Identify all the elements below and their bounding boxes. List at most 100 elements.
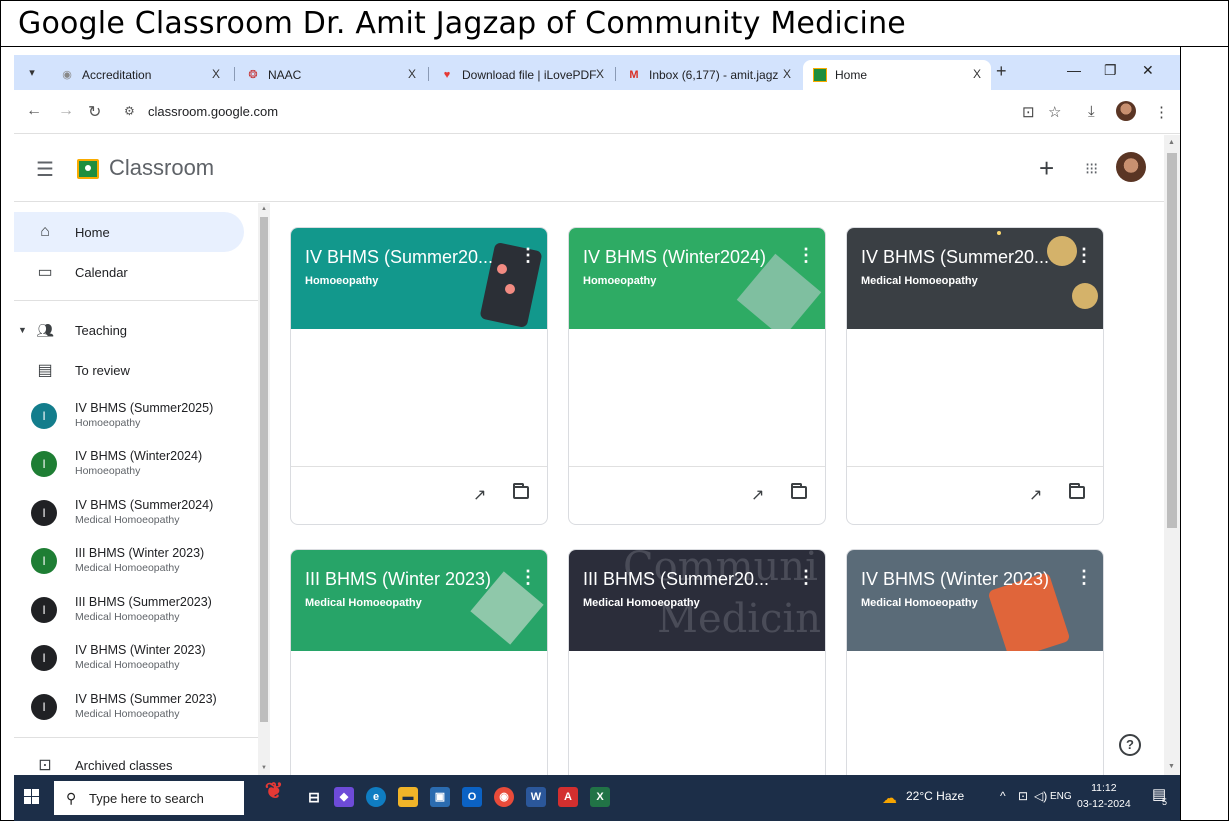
scroll-up-icon[interactable]: ▲ — [261, 206, 267, 212]
outlook-icon[interactable]: O — [462, 787, 482, 807]
file-explorer-icon[interactable]: ▬ — [398, 787, 418, 807]
download-icon[interactable]: ⤓ — [1088, 103, 1095, 120]
close-tab-icon[interactable]: X — [973, 67, 981, 81]
class-card[interactable]: IV BHMS (Summer20... Homoeopathy ⋮ ↗ — [290, 227, 548, 525]
card-title[interactable]: IV BHMS (Summer20... — [861, 247, 1049, 268]
taskbar-clock[interactable]: 11:12 03-12-2024 — [1077, 780, 1131, 812]
word-icon[interactable]: W — [526, 787, 546, 807]
class-card[interactable]: IV BHMS (Winter 2023) Medical Homoeopath… — [846, 549, 1104, 789]
weather-text[interactable]: 22°C Haze — [906, 789, 964, 803]
card-title[interactable]: IV BHMS (Summer20... — [305, 247, 493, 268]
page-scrollbar[interactable]: ▲ ▼ — [1164, 135, 1180, 775]
sidebar-class-item[interactable]: I III BHMS (Winter 2023) Medical Homoeop… — [14, 540, 254, 588]
edge-icon[interactable]: e — [366, 787, 386, 807]
sidebar-class-item[interactable]: I IV BHMS (Summer2025) Homoeopathy — [14, 395, 254, 443]
omnibox[interactable]: ⚙ classroom.google.com — [114, 96, 1094, 128]
card-footer-divider — [569, 466, 825, 467]
help-button[interactable]: ? — [1119, 734, 1141, 756]
class-initial-icon: I — [31, 548, 57, 574]
folder-icon[interactable] — [791, 483, 807, 499]
class-card[interactable]: IV BHMS (Summer20... Medical Homoeopathy… — [846, 227, 1104, 525]
site-info-icon[interactable]: ⚙ — [124, 104, 135, 118]
main-menu-icon[interactable]: ☰ — [36, 157, 54, 182]
class-card[interactable]: Communi Medicin III BHMS (Summer20... Me… — [568, 549, 826, 789]
sidebar-class-item[interactable]: I III BHMS (Summer2023) Medical Homoeopa… — [14, 589, 254, 637]
folder-icon[interactable] — [1069, 483, 1085, 499]
chrome-icon[interactable]: ◉ — [494, 787, 514, 807]
expand-caret-icon[interactable]: ▼ — [18, 325, 27, 335]
folder-icon[interactable] — [513, 483, 529, 499]
scroll-down-icon[interactable]: ▼ — [261, 765, 267, 771]
sidebar-item-to-review[interactable]: ▤ To review — [14, 350, 244, 390]
reload-icon[interactable]: ↻ — [88, 102, 101, 122]
acrobat-icon[interactable]: A — [558, 787, 578, 807]
network-icon[interactable]: ⊡ — [1018, 789, 1028, 803]
sidebar-scrollbar[interactable]: ▲ ▼ — [258, 203, 270, 775]
trending-icon[interactable]: ↗ — [473, 485, 486, 505]
trending-icon[interactable]: ↗ — [1029, 485, 1042, 505]
more-options-icon[interactable]: ⋮ — [797, 245, 815, 266]
show-hidden-icons-icon[interactable]: ^ — [1000, 789, 1006, 803]
scroll-down-icon[interactable]: ▼ — [1168, 763, 1175, 770]
search-highlight-icon[interactable]: ❦ — [258, 780, 290, 815]
more-options-icon[interactable]: ⋮ — [1075, 245, 1093, 266]
task-view-icon[interactable]: ⊟ — [304, 787, 324, 807]
more-options-icon[interactable]: ⋮ — [519, 245, 537, 266]
tab-ilovepdf[interactable]: ♥ Download file | iLovePDF X — [430, 60, 614, 90]
close-window-icon[interactable]: ✕ — [1142, 62, 1154, 79]
app-name[interactable]: Classroom — [109, 155, 214, 181]
weather-icon[interactable]: ☁ — [882, 789, 897, 807]
sidebar-class-item[interactable]: I IV BHMS (Winter2024) Homoeopathy — [14, 443, 254, 491]
close-tab-icon[interactable]: X — [408, 67, 416, 81]
language-indicator[interactable]: ENG — [1050, 791, 1072, 802]
more-options-icon[interactable]: ⋮ — [797, 567, 815, 588]
bookmark-star-icon[interactable]: ☆ — [1048, 103, 1061, 121]
new-tab-button[interactable]: + — [996, 61, 1007, 82]
trending-icon[interactable]: ↗ — [751, 485, 764, 505]
close-tab-icon[interactable]: X — [783, 67, 791, 81]
tab-naac[interactable]: ❂ NAAC X — [236, 60, 426, 90]
class-card[interactable]: IV BHMS (Winter2024) Homoeopathy ⋮ ↗ — [568, 227, 826, 525]
sidebar-item-calendar[interactable]: ▭ Calendar — [14, 252, 244, 292]
card-title[interactable]: III BHMS (Winter 2023) — [305, 569, 491, 590]
minimize-icon[interactable]: — — [1067, 62, 1081, 78]
install-app-icon[interactable]: ⊡ — [1022, 103, 1035, 121]
card-title[interactable]: IV BHMS (Winter2024) — [583, 247, 766, 268]
class-card[interactable]: III BHMS (Winter 2023) Medical Homoeopat… — [290, 549, 548, 789]
account-avatar[interactable] — [1116, 152, 1146, 182]
class-section: Homoeopathy — [75, 417, 141, 429]
tab-home[interactable]: Home X — [803, 60, 991, 90]
card-title[interactable]: III BHMS (Summer20... — [583, 569, 769, 590]
taskbar-search-input[interactable]: ⚲ Type here to search — [54, 781, 244, 815]
copilot-icon[interactable]: ◆ — [334, 787, 354, 807]
classroom-logo-icon[interactable] — [77, 159, 99, 179]
scrollbar-thumb[interactable] — [260, 217, 268, 722]
create-join-class-button[interactable]: + — [1039, 153, 1054, 184]
close-tab-icon[interactable]: X — [212, 67, 220, 81]
sidebar-class-item[interactable]: I IV BHMS (Summer 2023) Medical Homoeopa… — [14, 686, 254, 734]
sidebar-class-item[interactable]: I IV BHMS (Summer2024) Medical Homoeopat… — [14, 492, 254, 540]
sidebar-item-teaching[interactable]: ▼ 👥︎ Teaching — [14, 310, 244, 350]
close-tab-icon[interactable]: X — [596, 67, 604, 81]
forward-icon[interactable]: → — [58, 102, 74, 120]
more-options-icon[interactable]: ⋮ — [519, 567, 537, 588]
back-icon[interactable]: ← — [26, 102, 42, 120]
scroll-up-icon[interactable]: ▲ — [1168, 139, 1175, 146]
store-icon[interactable]: ▣ — [430, 787, 450, 807]
tab-gmail[interactable]: M Inbox (6,177) - amit.jagzap2 X — [617, 60, 801, 90]
excel-icon[interactable]: X — [590, 787, 610, 807]
tab-accreditation[interactable]: ◉ Accreditation X — [50, 60, 230, 90]
volume-icon[interactable]: ◁) — [1034, 789, 1047, 803]
sidebar-class-item[interactable]: I IV BHMS (Winter 2023) Medical Homoeopa… — [14, 637, 254, 685]
tab-search-dropdown-icon[interactable]: ▾ — [22, 63, 42, 83]
browser-menu-icon[interactable]: ⋮ — [1154, 103, 1169, 121]
scrollbar-thumb[interactable] — [1167, 153, 1177, 528]
sidebar-item-home[interactable]: ⌂ Home — [14, 212, 244, 252]
windows-start-icon[interactable] — [24, 789, 40, 805]
more-options-icon[interactable]: ⋮ — [1075, 567, 1093, 588]
google-apps-icon[interactable]: ⁝⁝⁝ — [1085, 159, 1098, 179]
restore-icon[interactable]: ❐ — [1104, 62, 1117, 79]
profile-avatar[interactable] — [1116, 101, 1136, 121]
card-title[interactable]: IV BHMS (Winter 2023) — [861, 569, 1049, 590]
accreditation-icon: ◉ — [62, 69, 72, 81]
